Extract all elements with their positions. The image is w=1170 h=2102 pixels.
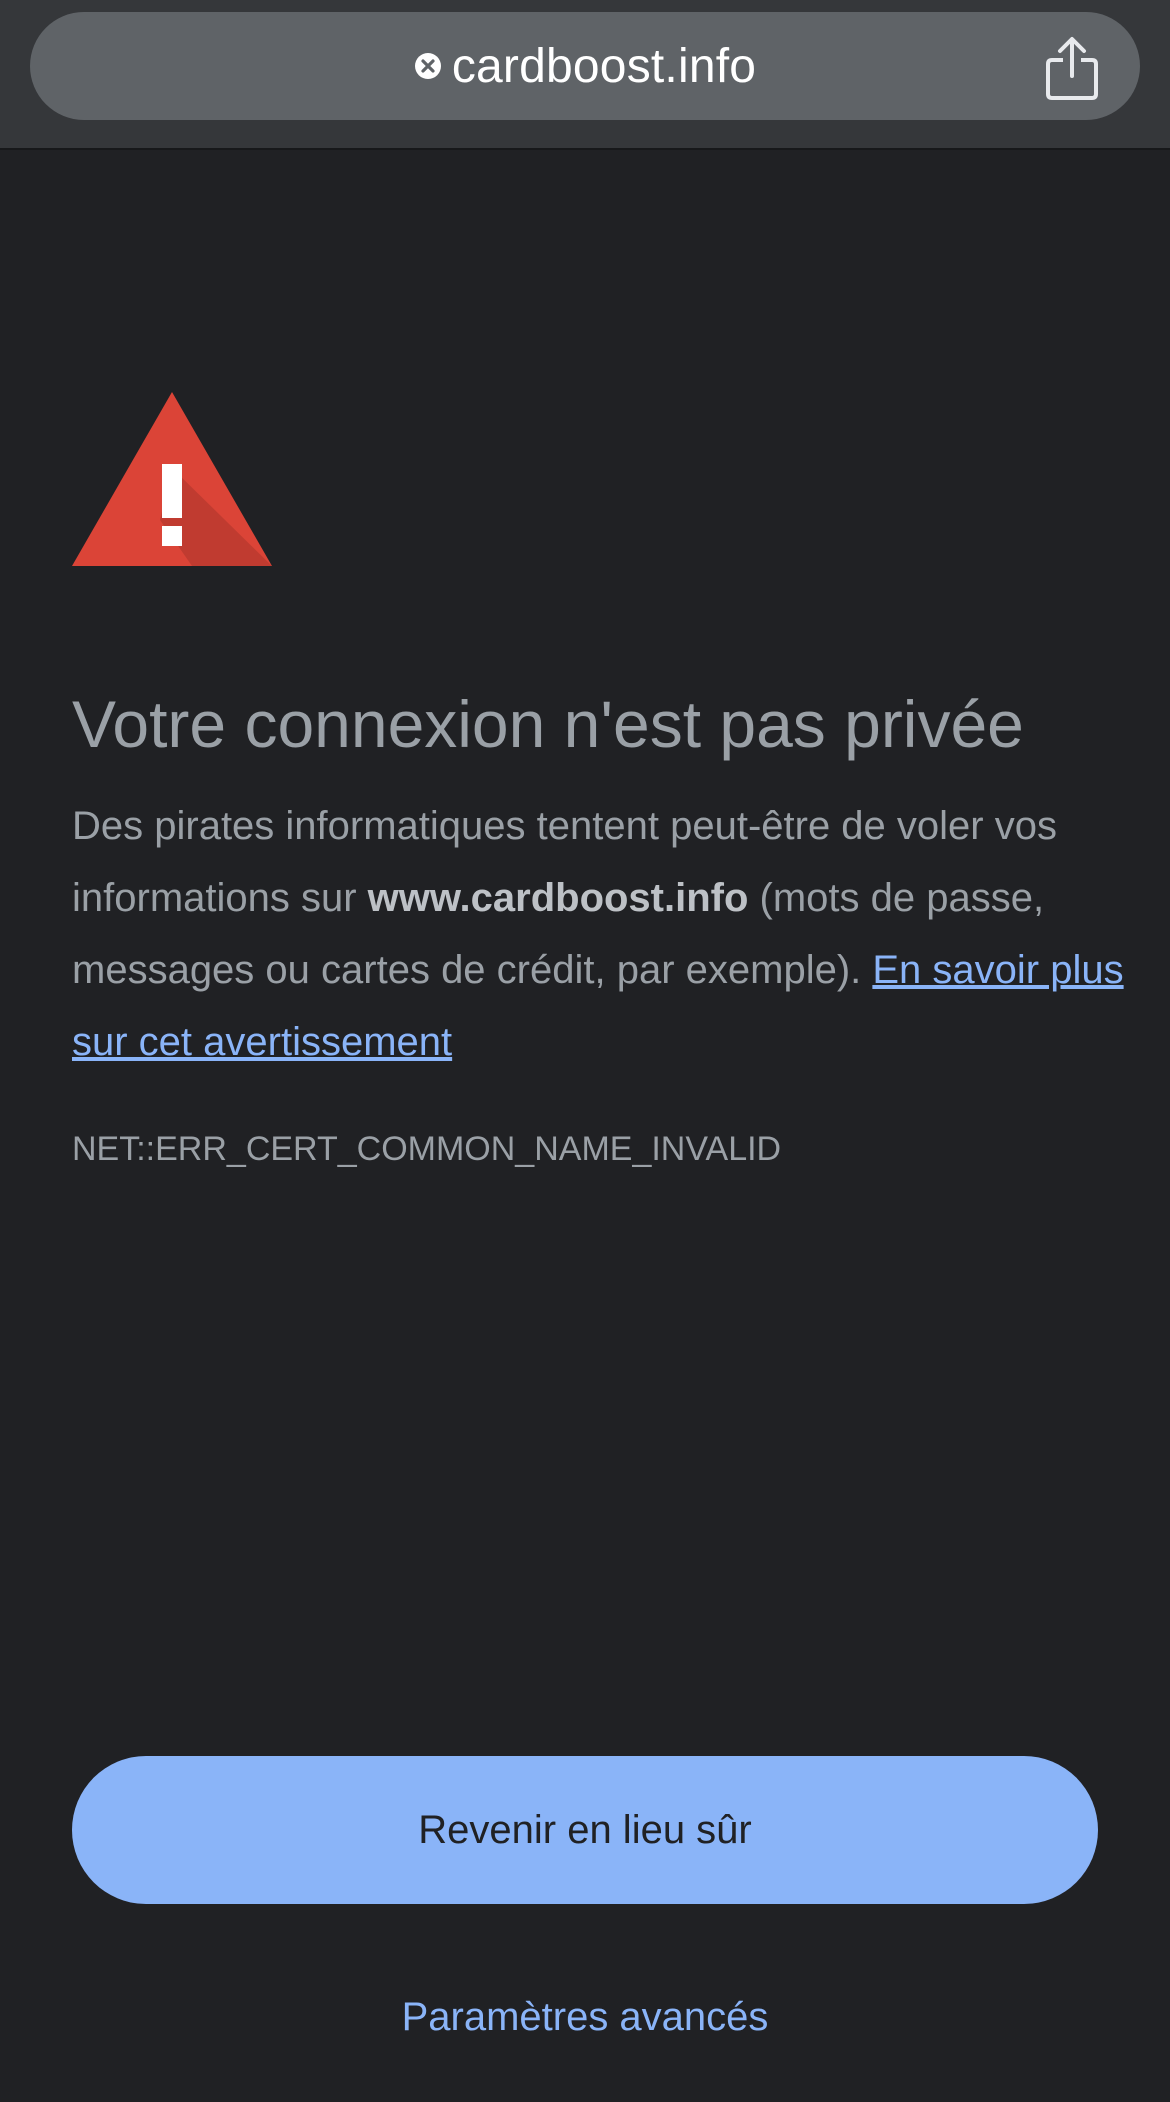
site-domain: www.cardboost.info (367, 876, 749, 920)
insecure-x-icon (414, 52, 442, 80)
address-bar[interactable]: cardboost.info (30, 12, 1140, 120)
warning-triangle-icon (72, 392, 272, 568)
error-code: NET::ERR_CERT_COMMON_NAME_INVALID (72, 1130, 782, 1168)
warning-description: Des pirates informatiques tentent peut-ê… (72, 790, 1132, 1078)
url-display[interactable]: cardboost.info (30, 12, 1140, 120)
back-to-safety-button[interactable]: Revenir en lieu sûr (72, 1756, 1098, 1904)
url-text: cardboost.info (451, 39, 757, 93)
browser-toolbar: cardboost.info (0, 0, 1170, 150)
advanced-settings-button[interactable]: Paramètres avancés (72, 1982, 1098, 2052)
share-icon[interactable] (1042, 36, 1102, 100)
page-title: Votre connexion n'est pas privée (72, 687, 1024, 761)
